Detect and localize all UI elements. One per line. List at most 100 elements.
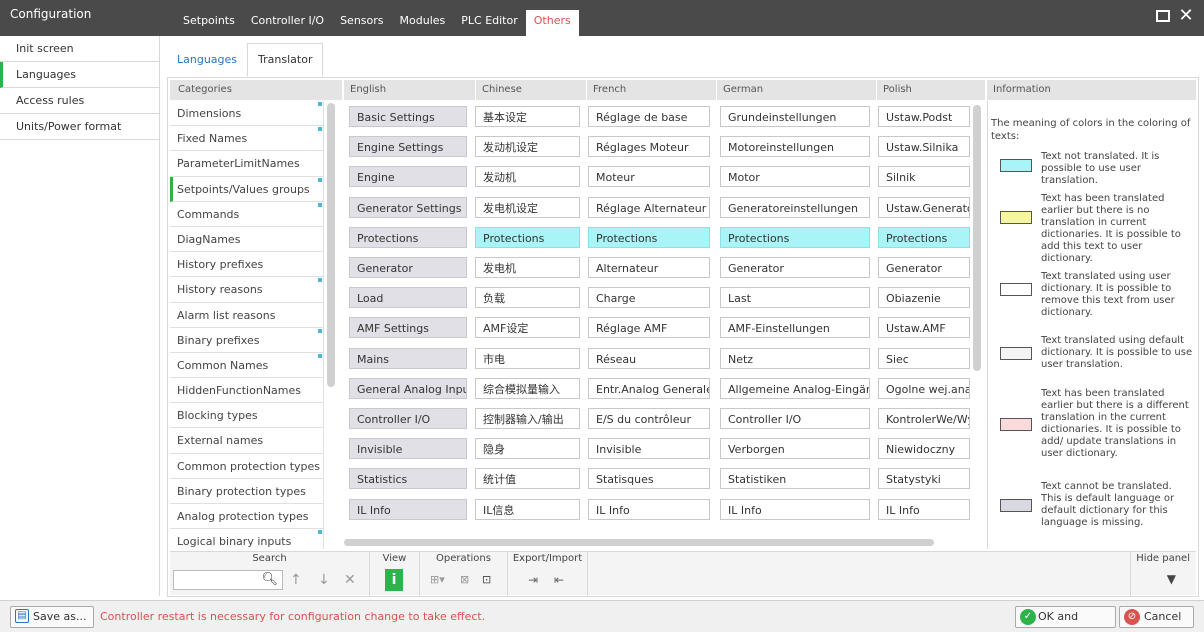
cell-chinese[interactable]: 隐身 bbox=[475, 438, 580, 460]
import-icon[interactable]: ⇤ bbox=[554, 570, 564, 590]
cell-french[interactable]: E/S du contrôleur bbox=[588, 408, 710, 429]
cell-french[interactable]: Statisques bbox=[588, 468, 710, 490]
tab-sensors[interactable]: Sensors bbox=[332, 10, 391, 36]
cell-german[interactable]: Generator bbox=[720, 257, 870, 278]
cell-german[interactable]: Netz bbox=[720, 347, 870, 369]
column-header-german[interactable]: German bbox=[716, 80, 876, 100]
cell-german[interactable]: Statistiken bbox=[720, 468, 870, 490]
cell-chinese[interactable]: 基本设定 bbox=[475, 106, 580, 127]
sidebar-item-access-rules[interactable]: Access rules bbox=[0, 88, 159, 114]
cell-german[interactable]: Controller I/O bbox=[720, 408, 870, 429]
cell-french[interactable]: Réglage AMF bbox=[588, 317, 710, 339]
cell-chinese[interactable]: 控制器输入/输出 bbox=[475, 408, 580, 429]
column-header-polish[interactable]: Polish bbox=[876, 80, 985, 100]
cell-french[interactable]: Charge bbox=[588, 287, 710, 309]
cell-german[interactable]: Protections bbox=[720, 226, 870, 248]
cell-chinese[interactable]: 综合模拟量输入 bbox=[475, 377, 580, 399]
cell-french[interactable]: Protections bbox=[588, 226, 710, 248]
cell-french[interactable]: Invisible bbox=[588, 438, 710, 460]
arrow-down-icon[interactable]: ↓ bbox=[318, 570, 330, 590]
tab-plc-editor[interactable]: PLC Editor bbox=[453, 10, 526, 36]
cell-polish[interactable]: KontrolerWe/Wy bbox=[878, 408, 970, 429]
cell-french[interactable]: Réseau bbox=[588, 347, 710, 369]
category-item[interactable]: Analog protection types bbox=[170, 504, 324, 530]
export-icon[interactable]: ⇥ bbox=[528, 570, 538, 590]
cell-polish[interactable]: Siec bbox=[878, 347, 970, 369]
hide-panel-icon[interactable]: ▼ bbox=[1167, 572, 1176, 586]
category-item[interactable]: External names bbox=[170, 428, 324, 454]
category-item[interactable]: DiagNames bbox=[170, 226, 324, 253]
cell-french[interactable]: Moteur bbox=[588, 166, 710, 188]
cell-german[interactable]: Generatoreinstellungen bbox=[720, 196, 870, 218]
tab-languages[interactable]: Languages bbox=[167, 43, 247, 77]
sidebar-item-units-power-format[interactable]: Units/Power format bbox=[0, 114, 159, 140]
cell-chinese[interactable]: 发电机设定 bbox=[475, 196, 580, 218]
cell-german[interactable]: Grundeinstellungen bbox=[720, 106, 870, 127]
cell-polish[interactable]: Generator bbox=[878, 257, 970, 278]
cell-chinese[interactable]: 发动机设定 bbox=[475, 136, 580, 158]
category-item[interactable]: Blocking types bbox=[170, 403, 324, 429]
cell-chinese[interactable]: 统计值 bbox=[475, 468, 580, 490]
cell-polish[interactable]: Ogolne wej.analog bbox=[878, 377, 970, 399]
tab-setpoints[interactable]: Setpoints bbox=[175, 10, 243, 36]
categories-scroll-thumb[interactable] bbox=[327, 103, 335, 387]
cell-polish[interactable]: Statystyki bbox=[878, 468, 970, 490]
cell-french[interactable]: Réglage de base bbox=[588, 106, 710, 127]
cell-polish[interactable]: Niewidoczny bbox=[878, 438, 970, 460]
cell-french[interactable]: Réglages Moteur bbox=[588, 136, 710, 158]
category-item[interactable]: History reasons bbox=[170, 277, 324, 303]
cell-chinese[interactable]: 市电 bbox=[475, 347, 580, 369]
tab-others[interactable]: Others bbox=[525, 10, 579, 36]
cell-german[interactable]: Allgemeine Analog-Eingänge bbox=[720, 377, 870, 399]
cell-polish[interactable]: Obiazenie bbox=[878, 287, 970, 309]
cell-chinese[interactable]: 发电机 bbox=[475, 257, 580, 278]
cell-chinese[interactable]: IL信息 bbox=[475, 498, 580, 520]
cell-french[interactable]: Alternateur bbox=[588, 257, 710, 278]
cell-polish[interactable]: Protections bbox=[878, 226, 970, 248]
cell-german[interactable]: AMF-Einstellungen bbox=[720, 317, 870, 339]
search-input[interactable]: 🔍︎ bbox=[173, 570, 283, 590]
cancel-button[interactable]: ⊘ Cancel bbox=[1119, 606, 1194, 628]
add-translation-icon[interactable]: ⊞▾ bbox=[430, 570, 445, 590]
close-icon[interactable]: ✕ bbox=[1176, 6, 1196, 26]
info-view-button[interactable]: i bbox=[385, 569, 403, 591]
cell-french[interactable]: IL Info bbox=[588, 498, 710, 520]
cell-german[interactable]: Motoreinstellungen bbox=[720, 136, 870, 158]
cell-polish[interactable]: Ustaw.AMF bbox=[878, 317, 970, 339]
grid-horizontal-scroll-thumb[interactable] bbox=[344, 539, 934, 546]
category-item[interactable]: HiddenFunctionNames bbox=[170, 378, 324, 404]
cell-chinese[interactable]: 负载 bbox=[475, 287, 580, 309]
cell-french[interactable]: Entr.Analog Generales bbox=[588, 377, 710, 399]
categories-scrollbar[interactable] bbox=[326, 103, 336, 547]
cell-german[interactable]: Last bbox=[720, 287, 870, 309]
search-icon[interactable]: 🔍︎ bbox=[261, 571, 278, 589]
arrow-up-icon[interactable]: ↑ bbox=[290, 570, 302, 590]
grid-vertical-scrollbar[interactable] bbox=[971, 103, 983, 533]
category-item[interactable]: ParameterLimitNames bbox=[170, 151, 324, 177]
cell-polish[interactable]: Ustaw.Silnika bbox=[878, 136, 970, 158]
category-item[interactable]: History prefixes bbox=[170, 252, 324, 278]
column-header-french[interactable]: French bbox=[586, 80, 716, 100]
tab-controller-io[interactable]: Controller I/O bbox=[243, 10, 332, 36]
category-item[interactable]: Fixed Names bbox=[170, 126, 324, 152]
column-header-chinese[interactable]: Chinese bbox=[475, 80, 586, 100]
category-item[interactable]: Common Names bbox=[170, 352, 324, 379]
category-item[interactable]: Alarm list reasons bbox=[170, 302, 324, 328]
cell-german[interactable]: Motor bbox=[720, 166, 870, 188]
cell-polish[interactable]: Silnik bbox=[878, 166, 970, 188]
grid-horizontal-scrollbar[interactable] bbox=[343, 537, 970, 547]
column-header-english[interactable]: English bbox=[343, 80, 475, 100]
cell-french[interactable]: Réglage Alternateur bbox=[588, 196, 710, 218]
category-item[interactable]: Binary protection types bbox=[170, 478, 324, 504]
tab-translator[interactable]: Translator bbox=[247, 43, 324, 77]
ok-and-restart-button[interactable]: ✓OK and Restart bbox=[1015, 606, 1116, 632]
cell-german[interactable]: IL Info bbox=[720, 498, 870, 520]
category-item[interactable]: Logical binary inputs bbox=[170, 529, 324, 549]
category-item[interactable]: Binary prefixes bbox=[170, 327, 324, 353]
sidebar-item-languages[interactable]: Languages bbox=[0, 62, 159, 88]
sidebar-item-init-screen[interactable]: Init screen bbox=[0, 36, 159, 62]
remove-translation-icon[interactable]: ⊠ bbox=[460, 570, 469, 590]
cell-polish[interactable]: Ustaw.Podst bbox=[878, 106, 970, 127]
category-item[interactable]: Common protection types bbox=[170, 453, 324, 479]
cell-chinese[interactable]: Protections bbox=[475, 226, 580, 248]
